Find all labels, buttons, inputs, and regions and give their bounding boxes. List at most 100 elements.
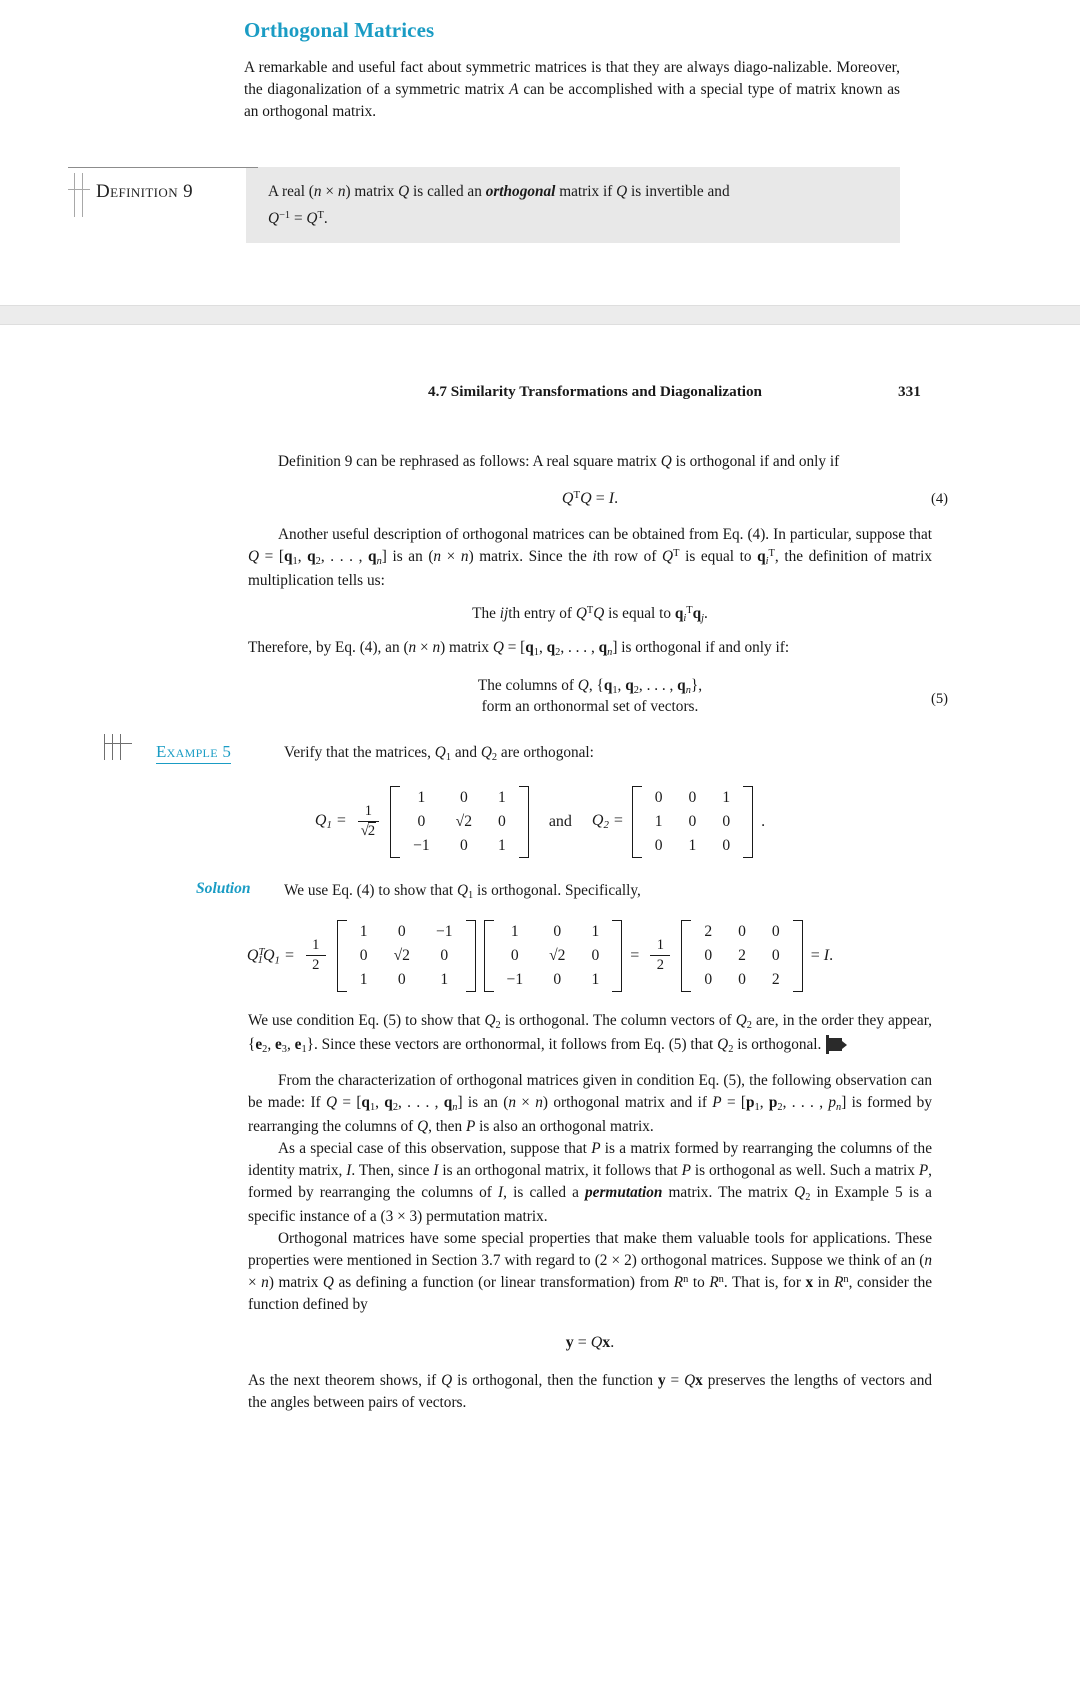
cell: 1 [498,836,506,854]
running-head: 4.7 Similarity Transformations and Diago… [0,383,1080,409]
def-bold-orthogonal: orthogonal [485,183,556,201]
p2-c2: , . . . , [320,548,369,566]
def-formula-Q2: Q [306,210,318,228]
p2-c1: , [297,548,308,566]
p3-eq: = [ [503,639,526,657]
cp4-b: is orthogonal, then the function [452,1372,658,1390]
p2-n2: n [460,548,469,566]
p2-qn: q [368,548,377,566]
matrix-row: 0 2 0 [691,944,792,968]
running-head-title: 4.7 Similarity Transformations and Diago… [428,383,763,401]
cp1-b: ] is an ( [457,1094,509,1112]
cp3-R2: R [709,1274,719,1292]
def-Q1: Q [398,183,410,201]
cp3-n1: n [924,1252,932,1270]
example-block: Example 5 Verify that the matrices, Q1 a… [0,733,1080,766]
cp3-a: Orthogonal matrices have some special pr… [248,1230,932,1270]
matrix-row: 1 0 1 [494,920,613,944]
sp-a: We use condition Eq. (5) to show that [248,1011,485,1029]
p2-b: ] is an ( [381,548,434,566]
cp3-times: × [248,1274,262,1292]
p2-n1: n [433,548,442,566]
page-331: 4.7 Similarity Transformations and Diago… [0,325,1080,1414]
eq-rel: = [573,1334,591,1352]
sol-lhs-eq: = [279,946,295,964]
cell: 1 [510,922,519,940]
equation-y-equals-Qx: y = Qx. [248,1334,932,1352]
intro-italic-A: A [509,81,519,99]
p3-n2: n [432,639,441,657]
cp1-q2: q [384,1094,393,1112]
s2-num: 1 [656,936,664,953]
s2-den: 2 [656,957,664,974]
p2-d: th row of [596,548,663,566]
cell: 0 [397,922,406,940]
matrix-result: 2 0 0 0 2 0 0 0 2 [681,919,803,992]
cp1-eq2: = [ [721,1094,747,1112]
solution-continued-column: We use condition Eq. (5) to show that Q2… [248,1010,932,1415]
p2-times: × [441,548,461,566]
cp1-Q: Q [325,1094,338,1112]
e5-q2: q [625,677,634,694]
matrix-Q1: 1 0 1 0 √2 0 −1 0 1 [390,785,529,858]
c1-end: . [704,605,708,623]
cell: √2 [549,946,566,964]
p3-c1: , [538,639,547,657]
def-formula-eq: = [290,210,307,228]
definition-tick-mark-2-icon [82,173,83,218]
c1-b: th entry of [508,605,576,623]
cp2-d: is an orthogonal matrix, it follows that [438,1162,682,1180]
paragraph-next-theorem: As the next theorem shows, if Q is ortho… [248,1370,932,1414]
matrix-row: 1 0 1 [347,968,466,992]
matrix-row: 1 0 0 [642,810,743,834]
QtQ-label: QT1Q1 = [247,946,295,966]
cp3-c: as defining a function (or linear transf… [333,1274,674,1292]
def-mid3: matrix if [555,183,617,201]
p2-eq: = [ [259,548,284,566]
example-statement: Verify that the matrices, Q1 and Q2 are … [284,742,932,766]
p2-c: ) matrix. Since the [468,548,593,566]
matrix-Q2: 0 0 1 1 0 0 0 1 0 [631,785,754,858]
cp1-e: , then [428,1118,466,1136]
cp2-bold-permutation: permutation [585,1184,663,1202]
p1-Q: Q [660,453,672,471]
paragraph-special-properties: Orthogonal matrices have some special pr… [248,1228,932,1316]
sol-Q1: Q [456,881,469,899]
cell: 0 [459,836,468,854]
cell: 1 [417,788,426,806]
Q2-eq: = [608,812,624,830]
def-mid: ) matrix [345,183,399,201]
cp4-x: x [695,1372,703,1390]
cell: √2 [393,946,410,964]
cp2-e: is orthogonal as well. Such a matrix [690,1162,919,1180]
sp-Q2: Q [484,1011,496,1029]
cell: 0 [688,788,697,806]
Q1-letter: Q [314,812,327,830]
p3-q2: q [546,639,556,657]
def-times: × [321,183,338,201]
matrix-B-cells: 1 0 1 0 √2 0 −1 0 1 [494,920,613,992]
cell: 1 [498,788,506,806]
def-mid2: is called an [409,183,486,201]
orthogonal-matrices-section: Orthogonal Matrices A remarkable and use… [0,0,1080,244]
sol-lhs-Q2: Q [262,946,275,964]
cell: 0 [738,922,746,940]
cell: 0 [771,922,780,940]
def-end: is invertible and [627,183,730,201]
p3-qn: q [598,639,608,657]
cp1-P: P [712,1094,722,1112]
sol-a: We use Eq. (4) to show that [284,881,457,899]
cell: 1 [359,970,368,988]
def-formula-sup1: −1 [279,210,291,222]
c1-a: The [472,605,500,623]
conjunction-and: and [548,812,572,830]
cell: 0 [771,946,780,964]
cell: −1 [435,922,453,940]
Q2-letter: Q [591,812,604,830]
p1-b: is orthogonal if and only if [671,453,840,471]
cell: 2 [771,970,780,988]
Q1-eq: = [331,812,347,830]
cp4-eq: = [665,1372,685,1390]
cell: 1 [722,788,731,806]
e5-a: The columns of [477,677,578,694]
